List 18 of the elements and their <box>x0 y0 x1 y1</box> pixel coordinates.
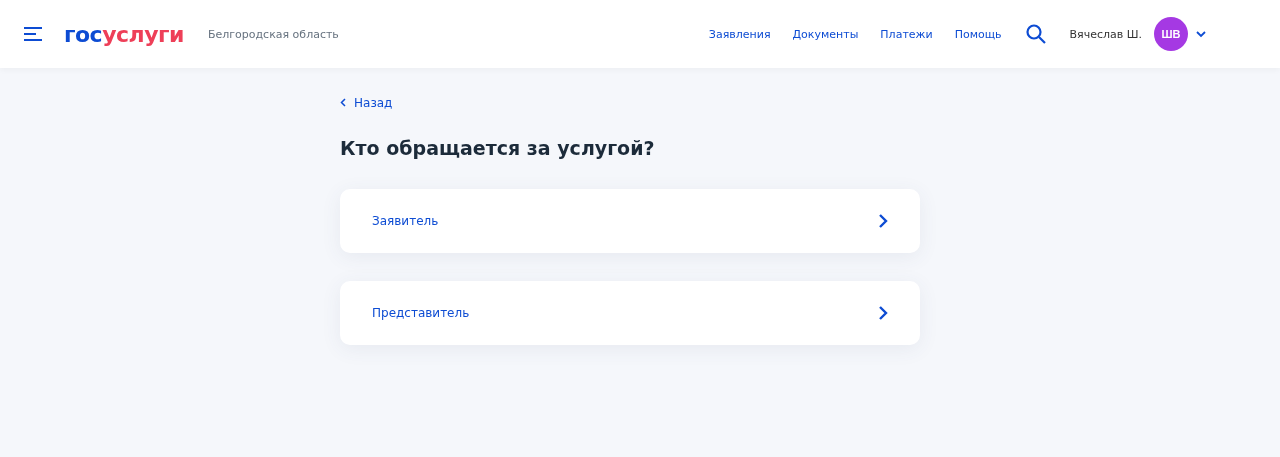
search-icon[interactable] <box>1025 24 1046 44</box>
region-label[interactable]: Белгородская область <box>207 27 339 41</box>
option-card[interactable]: Заявитель <box>340 189 920 253</box>
chevron-icon <box>878 213 888 229</box>
logo[interactable]: госуслуги <box>64 21 184 47</box>
user-name[interactable]: Вячеслав Ш. <box>1069 27 1142 41</box>
back-link[interactable]: Назад <box>340 95 393 110</box>
nav-link[interactable]: Помощь <box>954 27 1002 41</box>
user-avatar[interactable]: ШВ <box>1154 17 1188 51</box>
nav-link[interactable]: Документы <box>792 27 859 41</box>
chevron-icon <box>878 305 888 321</box>
menu-icon[interactable] <box>24 26 44 42</box>
chevron-left-icon <box>340 98 346 107</box>
page-title: Кто обращается за услугой? <box>340 137 656 159</box>
caret-icon[interactable] <box>1196 30 1206 38</box>
nav-link[interactable]: Платежи <box>880 27 933 41</box>
option-card[interactable]: Представитель <box>340 281 920 345</box>
nav-link[interactable]: Заявления <box>708 27 771 41</box>
